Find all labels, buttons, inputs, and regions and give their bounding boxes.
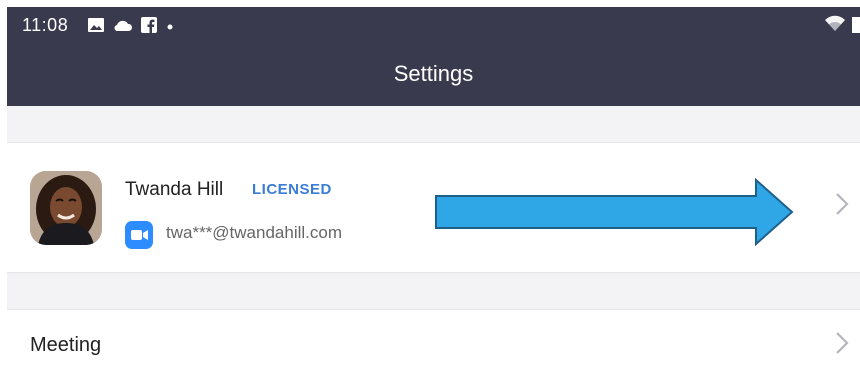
annotation-arrow-icon: [434, 177, 794, 251]
status-right-icons: [824, 15, 860, 38]
chevron-right-icon[interactable]: [834, 330, 850, 363]
status-icons: [87, 17, 175, 38]
profile-email: twa***@twandahill.com: [166, 223, 343, 242]
chevron-right-icon[interactable]: [834, 191, 850, 224]
status-bar: 11:08: [7, 7, 860, 47]
facebook-icon: [141, 17, 157, 38]
settings-item-label: Meeting: [30, 334, 102, 356]
section-spacer: [7, 106, 860, 142]
profile-name: Twanda Hill: [125, 179, 224, 200]
license-badge: LICENSED: [252, 181, 332, 198]
battery-icon: [852, 15, 860, 38]
image-icon: [87, 17, 105, 38]
app-window: 11:08 Settings Twanda Hill LICENSED twa*…: [7, 7, 860, 373]
dot-icon: [165, 19, 175, 37]
section-spacer: [7, 273, 860, 309]
settings-item-meeting[interactable]: Meeting: [7, 309, 860, 373]
cloud-icon: [113, 18, 133, 37]
avatar: [30, 171, 102, 245]
profile-row[interactable]: Twanda Hill LICENSED twa***@twandahill.c…: [7, 142, 860, 273]
wifi-icon: [824, 15, 846, 38]
zoom-camera-icon: [125, 221, 153, 249]
header-bar: Settings: [7, 47, 860, 106]
page-title: Settings: [393, 61, 474, 86]
status-time: 11:08: [22, 15, 69, 35]
